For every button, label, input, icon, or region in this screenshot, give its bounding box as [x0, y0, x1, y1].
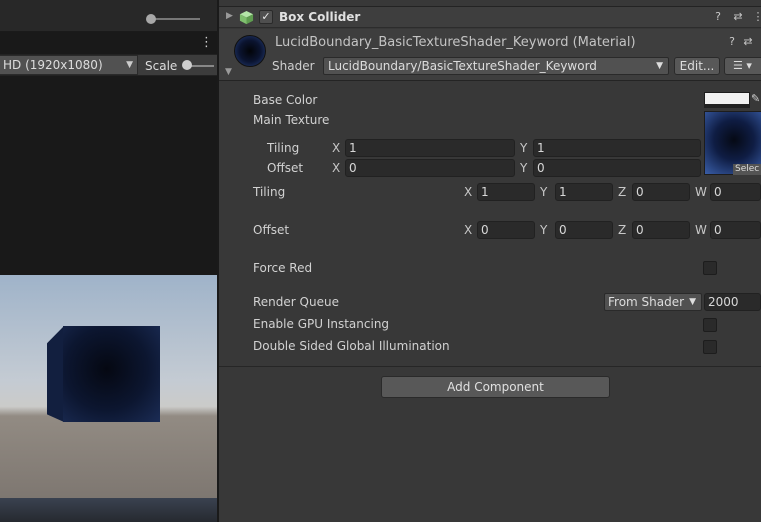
axis-x-label: X: [332, 141, 341, 155]
resolution-value: HD (1920x1080): [3, 58, 103, 72]
offset-y-field[interactable]: 0: [555, 221, 613, 239]
eyedropper-icon[interactable]: ✎: [751, 93, 761, 105]
resolution-dropdown[interactable]: HD (1920x1080) ▼: [0, 55, 138, 75]
help-icon[interactable]: ?: [725, 35, 739, 49]
render-queue-dropdown[interactable]: From Shader ▼: [604, 293, 702, 311]
chevron-down-icon: ▼: [126, 60, 133, 70]
base-color-label: Base Color: [253, 93, 318, 107]
material-header: ▼ LucidBoundary_BasicTextureShader_Keywo…: [219, 29, 761, 81]
more-options-icon[interactable]: ⋮: [200, 36, 213, 50]
inspector-panel: ▶ ✓ Box Collider ? ⇄ ⋮ ▼ LucidBoundary_B…: [219, 0, 761, 522]
texture-offset-x-field[interactable]: 0: [345, 159, 515, 177]
texture-tiling-y-field[interactable]: 1: [533, 139, 701, 157]
chevron-down-icon: ▼: [656, 61, 663, 71]
edit-shader-button[interactable]: Edit...: [674, 57, 720, 75]
help-icon[interactable]: ?: [711, 10, 725, 24]
game-view-top-bar: [0, 0, 217, 32]
axis-w-label: W: [695, 223, 707, 237]
gpu-instancing-label: Enable GPU Instancing: [253, 317, 390, 331]
offset-label: Offset: [253, 223, 290, 237]
presets-icon[interactable]: ⇄: [741, 35, 755, 49]
texture-offset-y-field[interactable]: 0: [533, 159, 701, 177]
double-sided-gi-label: Double Sided Global Illumination: [253, 339, 450, 353]
foldout-arrow-icon[interactable]: ▶: [226, 11, 233, 21]
axis-y-label: Y: [540, 223, 548, 237]
foldout-arrow-icon[interactable]: ▼: [225, 67, 232, 77]
list-icon: ☰ ▾: [733, 59, 752, 72]
shader-value: LucidBoundary/BasicTextureShader_Keyword: [328, 59, 597, 73]
axis-x-label: X: [332, 161, 341, 175]
axis-z-label: Z: [618, 185, 627, 199]
axis-w-label: W: [695, 185, 707, 199]
box-collider-icon: [239, 10, 254, 25]
texture-tiling-label: Tiling: [267, 141, 300, 155]
more-options-icon[interactable]: ⋮: [751, 10, 761, 24]
offset-w-field[interactable]: 0: [710, 221, 761, 239]
force-red-toggle[interactable]: [703, 261, 717, 275]
axis-y-label: Y: [540, 185, 548, 199]
texture-select-button[interactable]: Selec: [733, 164, 761, 175]
tiling-z-field[interactable]: 0: [632, 183, 690, 201]
axis-y-label: Y: [520, 161, 528, 175]
material-title: LucidBoundary_BasicTextureShader_Keyword…: [275, 35, 636, 50]
offset-x-field[interactable]: 0: [477, 221, 535, 239]
shader-menu-button[interactable]: ☰ ▾: [724, 57, 761, 75]
scale-label: Scale: [145, 59, 178, 73]
tiling-label: Tiling: [253, 185, 286, 199]
cube-side-face: [47, 326, 64, 422]
section-divider: [219, 366, 761, 367]
base-color-alpha-bar: [704, 104, 750, 108]
axis-x-label: X: [464, 185, 473, 199]
scene-render: [0, 275, 217, 510]
render-queue-label: Render Queue: [253, 295, 339, 309]
game-view-toolbar: HD (1920x1080) ▼ Scale: [0, 54, 217, 76]
tiling-y-field[interactable]: 1: [555, 183, 613, 201]
box-collider-header[interactable]: ▶ ✓ Box Collider ? ⇄ ⋮: [219, 6, 761, 28]
main-texture-label: Main Texture: [253, 113, 330, 127]
chevron-down-icon: ▼: [689, 297, 696, 307]
axis-y-label: Y: [520, 141, 528, 155]
render-queue-mode: From Shader: [608, 295, 685, 309]
add-component-button[interactable]: Add Component: [381, 376, 610, 398]
force-red-label: Force Red: [253, 261, 313, 275]
shader-dropdown[interactable]: LucidBoundary/BasicTextureShader_Keyword…: [323, 57, 669, 75]
axis-x-label: X: [464, 223, 473, 237]
material-preview-thumbnail: [234, 35, 266, 67]
component-enabled-checkbox[interactable]: ✓: [259, 10, 273, 24]
offset-z-field[interactable]: 0: [632, 221, 690, 239]
presets-icon[interactable]: ⇄: [731, 10, 745, 24]
texture-offset-label: Offset: [267, 161, 304, 175]
texture-tiling-x-field[interactable]: 1: [345, 139, 515, 157]
cube-front-face: [63, 326, 160, 422]
double-sided-gi-toggle[interactable]: [703, 340, 717, 354]
axis-z-label: Z: [618, 223, 627, 237]
game-view: ⋮ HD (1920x1080) ▼ Scale: [0, 0, 217, 522]
tiling-x-field[interactable]: 1: [477, 183, 535, 201]
scale-slider-handle[interactable]: [182, 60, 192, 70]
render-queue-value-field[interactable]: 2000: [704, 293, 761, 311]
component-title: Box Collider: [279, 10, 361, 24]
zoom-slider-handle[interactable]: [146, 14, 156, 24]
scene-bottom-strip: [0, 498, 217, 522]
gpu-instancing-toggle[interactable]: [703, 318, 717, 332]
tiling-w-field[interactable]: 0: [710, 183, 761, 201]
shader-label: Shader: [272, 59, 315, 73]
